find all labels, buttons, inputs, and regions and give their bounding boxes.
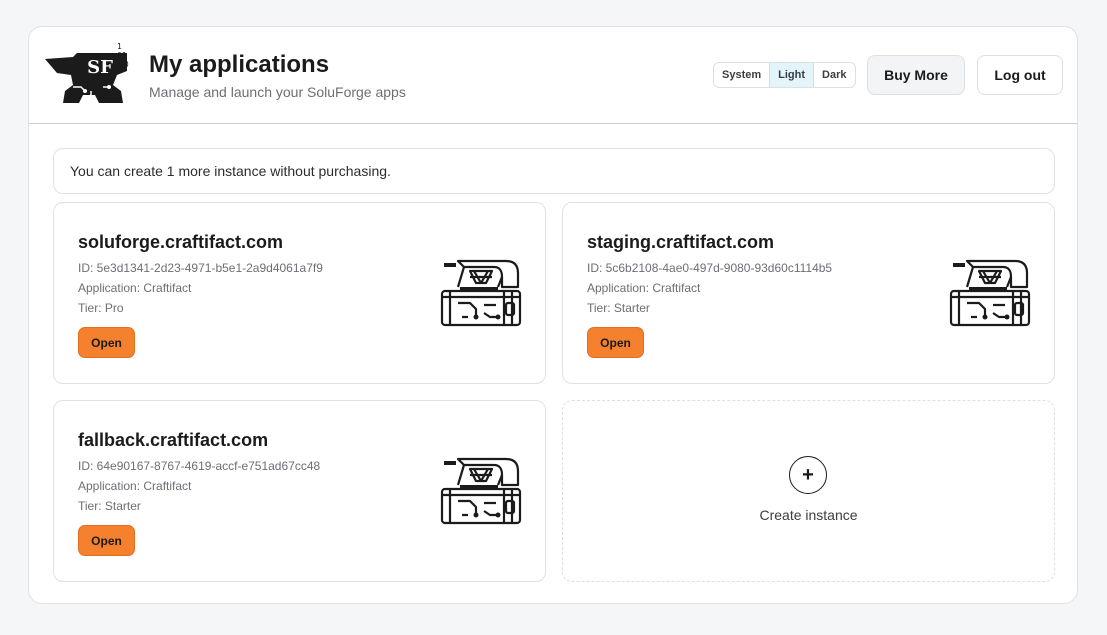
instance-quota-notice: You can create 1 more instance without p… [53, 148, 1055, 194]
instance-card: fallback.craftifact.com ID: 64e90167-876… [53, 400, 546, 582]
instance-name: fallback.craftifact.com [78, 430, 269, 450]
plus-icon[interactable]: + [789, 456, 827, 494]
header: SF 1 01 10 My applications Manage and la… [29, 27, 1077, 124]
instance-name: soluforge.craftifact.com [78, 232, 284, 252]
instance-tier: Tier: Starter [587, 301, 650, 315]
theme-option-system[interactable]: System [714, 63, 769, 87]
instance-tier: Tier: Pro [78, 301, 124, 315]
instance-application: Application: Craftifact [78, 281, 192, 295]
theme-option-dark[interactable]: Dark [814, 63, 854, 87]
treasure-chest-icon [440, 259, 522, 327]
soluforge-anvil-logo-icon: SF 1 01 10 [45, 42, 129, 103]
title-block: My applications Manage and launch your S… [149, 51, 406, 101]
theme-toggle: System Light Dark [713, 62, 856, 88]
logo-bit-1: 1 [117, 42, 122, 51]
logo-bit-2: 01 [117, 51, 127, 60]
instance-card: soluforge.craftifact.com ID: 5e3d1341-2d… [53, 202, 546, 384]
theme-option-light[interactable]: Light [769, 63, 815, 87]
treasure-chest-icon [440, 457, 522, 525]
open-instance-button[interactable]: Open [78, 525, 135, 556]
instance-id: ID: 5e3d1341-2d23-4971-b5e1-2a9d4061a7f9 [78, 261, 323, 275]
page-title: My applications [149, 51, 330, 78]
logout-button[interactable]: Log out [977, 55, 1063, 95]
instance-tier: Tier: Starter [78, 499, 141, 513]
instance-id: ID: 64e90167-8767-4619-accf-e751ad67cc48 [78, 459, 321, 473]
instance-name: staging.craftifact.com [587, 232, 775, 252]
logo-bit-3: 10 [119, 60, 129, 69]
instance-card: staging.craftifact.com ID: 5c6b2108-4ae0… [562, 202, 1055, 384]
buy-more-button[interactable]: Buy More [867, 55, 965, 95]
logo-monogram: SF [87, 57, 113, 78]
open-instance-button[interactable]: Open [587, 327, 644, 358]
treasure-chest-icon [949, 259, 1031, 327]
instance-grid: soluforge.craftifact.com ID: 5e3d1341-2d… [53, 202, 1055, 582]
page-subtitle: Manage and launch your SoluForge apps [149, 84, 406, 100]
open-instance-button[interactable]: Open [78, 327, 135, 358]
applications-panel: SF 1 01 10 My applications Manage and la… [28, 26, 1078, 604]
instance-application: Application: Craftifact [78, 479, 192, 493]
create-instance-card[interactable]: + Create instance [562, 400, 1055, 582]
instance-id: ID: 5c6b2108-4ae0-497d-9080-93d60c1114b5 [587, 261, 833, 275]
create-instance-label: Create instance [759, 507, 858, 523]
instance-application: Application: Craftifact [587, 281, 701, 295]
